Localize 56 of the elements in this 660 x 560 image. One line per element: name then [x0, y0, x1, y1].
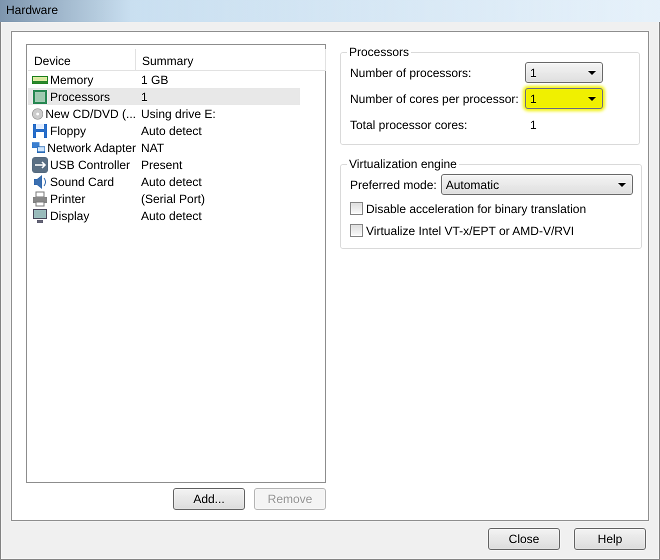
device-row[interactable]: New CD/DVD (... Using drive E: [28, 105, 300, 122]
close-button[interactable]: Close [488, 528, 560, 550]
network-computers-icon [32, 140, 46, 156]
checkbox-label: Virtualize Intel VT-x/EPT or AMD-V/RVI [366, 224, 574, 238]
group-title: Processors [348, 45, 410, 59]
device-name: USB Controller [50, 158, 130, 172]
field-label: Preferred mode: [350, 178, 437, 192]
processor-icon [32, 88, 48, 104]
number-dropdown[interactable]: 1 [525, 88, 603, 109]
caret-icon [618, 182, 626, 186]
device-row[interactable]: Display Auto detect [28, 207, 300, 224]
checkbox-label: Disable acceleration for binary translation [366, 202, 586, 216]
device-row[interactable]: Floppy Auto detect [28, 122, 300, 139]
mode-dropdown[interactable]: Automatic [440, 174, 633, 195]
monitor-icon [32, 208, 48, 224]
window-title: Hardware [6, 3, 58, 17]
speaker-icon [32, 174, 48, 190]
device-name: Printer [50, 192, 86, 206]
device-summary: (Serial Port) [140, 192, 206, 206]
column-header[interactable]: Summary [136, 49, 326, 70]
help-button[interactable]: Help [574, 528, 646, 550]
group-title: Virtualization engine [348, 157, 458, 171]
printer-icon [32, 190, 48, 206]
disc-icon [32, 106, 44, 122]
device-row[interactable]: USB Controller Present [28, 156, 300, 173]
device-summary: Using drive E: [140, 106, 216, 120]
device-summary: Present [140, 158, 182, 172]
checkbox[interactable] [350, 224, 363, 237]
device-name: Network Adapter [47, 140, 136, 154]
device-name: Floppy [50, 124, 86, 138]
checkbox[interactable] [350, 202, 363, 215]
number-dropdown[interactable]: 1 [525, 62, 603, 83]
caret-icon [588, 70, 596, 74]
field-label: Number of cores per processor: [350, 92, 520, 106]
field-label: Total processor cores: [350, 118, 468, 132]
device-summary: Auto detect [140, 174, 202, 188]
column-header[interactable]: Device [28, 49, 136, 70]
device-summary: Auto detect [140, 124, 202, 138]
device-name: Sound Card [50, 174, 114, 188]
device-name: Processors [50, 90, 110, 104]
device-name: Memory [50, 72, 94, 86]
field-label: Number of processors: [350, 66, 472, 80]
device-summary: 1 GB [140, 72, 168, 86]
device-row[interactable]: Network Adapter NAT [28, 139, 300, 156]
device-row[interactable]: Sound Card Auto detect [28, 173, 300, 190]
device-row[interactable]: Printer (Serial Port) [28, 190, 300, 207]
device-summary: Auto detect [140, 208, 202, 222]
device-row[interactable]: Memory 1 GB [28, 71, 300, 88]
caret-icon [588, 96, 596, 100]
device-summary: 1 [140, 90, 148, 104]
total-cores-value: 1 [529, 118, 537, 132]
device-name: New CD/DVD (... [45, 106, 136, 120]
device-name: Display [50, 208, 90, 222]
device-row[interactable]: Processors 1 [28, 88, 300, 105]
device-summary: NAT [140, 140, 164, 154]
add-button[interactable]: Add... [173, 488, 245, 510]
